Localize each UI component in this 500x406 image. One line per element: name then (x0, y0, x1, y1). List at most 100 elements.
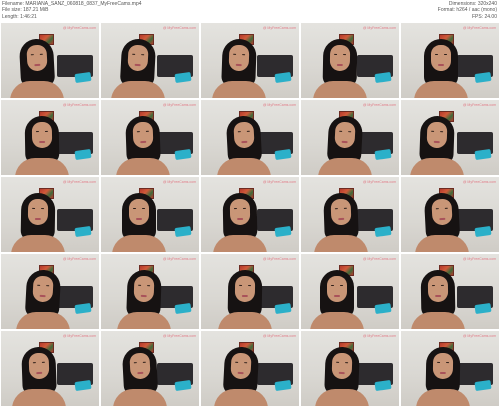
person-face (234, 275, 256, 303)
eye (336, 361, 340, 364)
mouth (338, 371, 345, 374)
site-watermark: @ MyFreeCams.com (62, 180, 96, 184)
site-watermark: @ MyFreeCams.com (262, 180, 296, 184)
eye (340, 285, 343, 287)
site-watermark: @ MyFreeCams.com (162, 334, 196, 338)
eye (133, 362, 137, 364)
video-thumbnail: @ MyFreeCams.com (101, 331, 199, 406)
video-thumbnail: @ MyFreeCams.com (101, 177, 199, 252)
site-watermark: @ MyFreeCams.com (262, 26, 296, 30)
eye (446, 362, 450, 364)
mouth (136, 218, 142, 220)
eye (233, 53, 237, 56)
video-thumbnail: @ MyFreeCams.com (101, 100, 199, 175)
eye (147, 285, 151, 287)
eye (35, 131, 39, 133)
mouth (241, 294, 248, 297)
mouth (439, 371, 446, 374)
dimensions-value: 320x240 (477, 1, 497, 7)
person-face (31, 121, 53, 149)
dimensions-label: Dimensions: (448, 1, 477, 7)
eye (334, 53, 338, 56)
eye (136, 131, 140, 133)
thumbnail-grid: @ MyFreeCams.com @ MyFreeCams.com @ MyFree… (1, 23, 499, 406)
site-watermark: @ MyFreeCams.com (62, 103, 96, 107)
mouth (334, 295, 340, 297)
site-watermark: @ MyFreeCams.com (362, 334, 396, 338)
file-info-left: Filename: MARIANA_SANZ_060818_0837_MyFre… (2, 1, 142, 20)
person-face (233, 121, 255, 149)
site-watermark: @ MyFreeCams.com (362, 26, 396, 30)
video-thumbnail: @ MyFreeCams.com (201, 331, 299, 406)
eye (339, 130, 343, 133)
eye (46, 285, 50, 287)
video-thumbnail: @ MyFreeCams.com (201, 23, 299, 98)
person-face (329, 44, 351, 72)
site-watermark: @ MyFreeCams.com (462, 103, 496, 107)
eye (435, 54, 438, 56)
eye (444, 207, 448, 210)
eye (138, 284, 142, 287)
mouth (140, 140, 147, 143)
eye (431, 285, 435, 287)
mouth (241, 140, 248, 143)
mouth (336, 63, 343, 66)
person-face (133, 275, 155, 303)
person-face (431, 198, 453, 226)
video-thumbnail: @ MyFreeCams.com (1, 254, 99, 329)
person-face (129, 352, 151, 380)
person-face (28, 352, 50, 380)
eye (30, 54, 34, 56)
eye (348, 131, 352, 133)
eye (248, 285, 252, 287)
video-thumbnail: @ MyFreeCams.com (201, 177, 299, 252)
mouth (237, 371, 244, 374)
video-thumbnail: @ MyFreeCams.com (1, 177, 99, 252)
video-thumbnail: @ MyFreeCams.com (201, 254, 299, 329)
fps-label: FPS: (471, 13, 484, 20)
eye (444, 54, 447, 56)
person-face (331, 352, 353, 380)
eye (246, 130, 250, 133)
mouth (34, 63, 41, 66)
eye (142, 361, 146, 364)
filename-label: Filename: (2, 1, 24, 7)
person-face (426, 121, 448, 149)
video-thumbnail: @ MyFreeCams.com (301, 254, 399, 329)
site-watermark: @ MyFreeCams.com (262, 334, 296, 338)
site-watermark: @ MyFreeCams.com (62, 257, 96, 261)
eye (242, 207, 246, 210)
eye (440, 284, 444, 287)
mouth (438, 64, 444, 66)
filesize-value: 187.21 MiB (23, 7, 49, 14)
mouth (433, 140, 440, 143)
video-thumbnail: @ MyFreeCams.com (401, 177, 499, 252)
person-face (27, 198, 49, 226)
site-watermark: @ MyFreeCams.com (162, 180, 196, 184)
sheet-header: Filename: MARIANA_SANZ_060818_0837_MyFre… (0, 0, 500, 22)
site-watermark: @ MyFreeCams.com (462, 26, 496, 30)
eye (239, 284, 243, 287)
mouth (36, 371, 43, 374)
mouth (237, 217, 244, 220)
video-thumbnail: @ MyFreeCams.com (401, 331, 499, 406)
length-label: Length: (2, 13, 19, 20)
eye (141, 54, 145, 56)
video-thumbnail: @ MyFreeCams.com (1, 100, 99, 175)
person-face (330, 198, 352, 226)
eye (331, 285, 334, 287)
eye (41, 361, 45, 364)
person-face (129, 199, 149, 225)
eye (32, 362, 36, 364)
site-watermark: @ MyFreeCams.com (462, 334, 496, 338)
site-watermark: @ MyFreeCams.com (262, 103, 296, 107)
eye (431, 130, 435, 133)
eye (242, 54, 246, 56)
person-face (26, 44, 48, 72)
person-face (127, 44, 149, 72)
person-face (432, 352, 454, 380)
length-value: 1:46:21 (20, 13, 37, 20)
video-thumbnail: @ MyFreeCams.com (201, 100, 299, 175)
site-watermark: @ MyFreeCams.com (462, 257, 496, 261)
eye (133, 208, 136, 210)
